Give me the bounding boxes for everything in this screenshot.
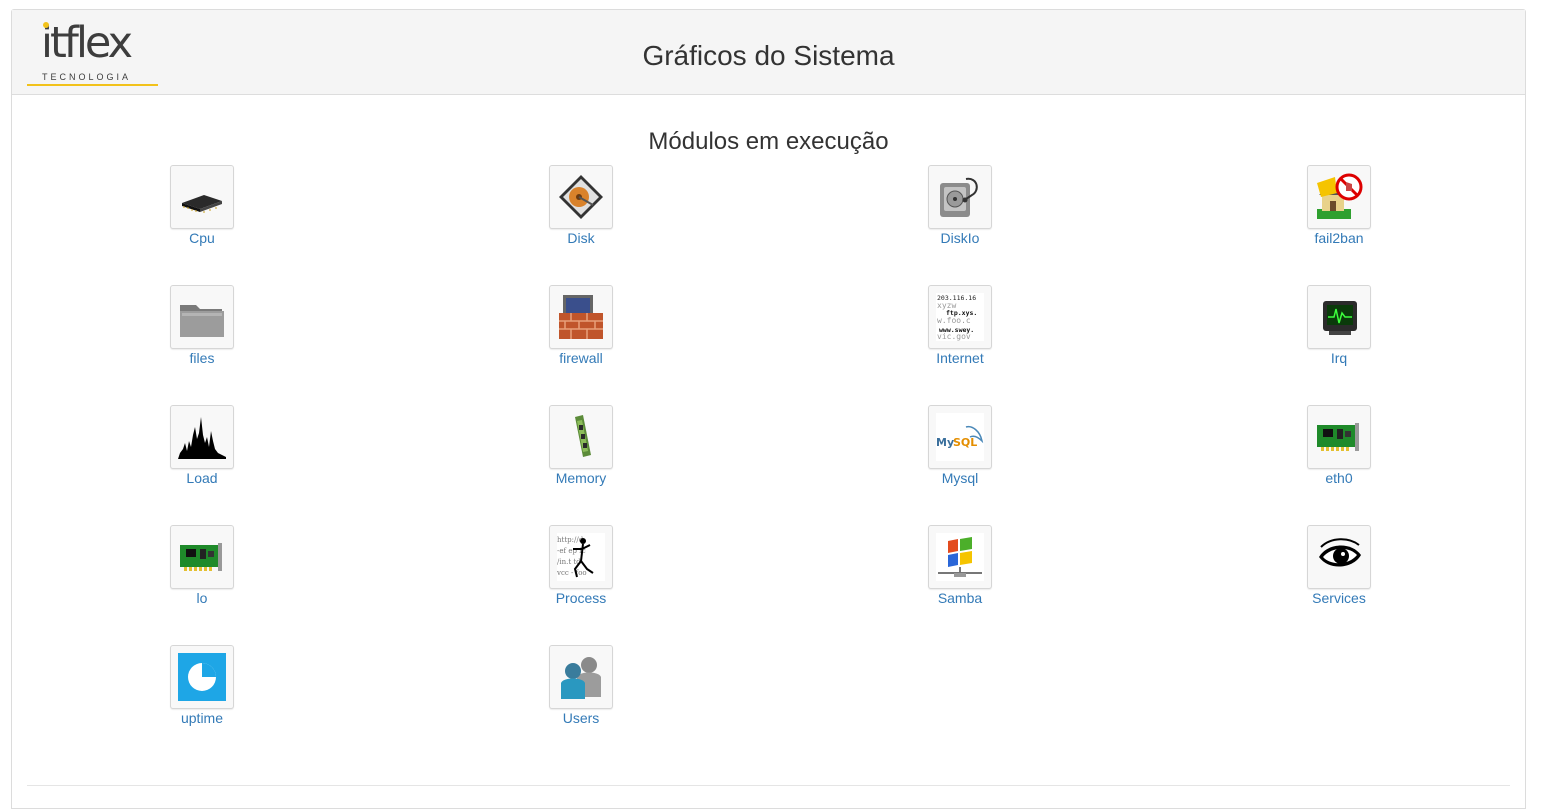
module-label[interactable]: Disk: [521, 230, 641, 246]
module-load[interactable]: Load: [142, 405, 262, 505]
svg-text:ftp.xys.: ftp.xys.: [946, 309, 977, 317]
svg-text:vcc - foo: vcc - foo: [557, 569, 587, 577]
module-label[interactable]: files: [142, 350, 262, 366]
module-label[interactable]: uptime: [142, 710, 262, 726]
module-label[interactable]: Load: [142, 470, 262, 486]
module-diskio[interactable]: DiskIo: [900, 165, 1020, 265]
folder-icon: [180, 305, 224, 337]
module-label[interactable]: Process: [521, 590, 641, 606]
module-users[interactable]: Users: [521, 645, 641, 745]
module-tile[interactable]: [549, 405, 613, 469]
eye-icon: [1319, 538, 1361, 567]
load-graph-icon: [178, 417, 226, 459]
module-tile[interactable]: http://d. -ef ep fc /in.t td vcc - foo: [549, 525, 613, 589]
module-label[interactable]: Samba: [900, 590, 1020, 606]
module-services[interactable]: Services: [1279, 525, 1399, 625]
module-uptime[interactable]: uptime: [142, 645, 262, 745]
module-label[interactable]: firewall: [521, 350, 641, 366]
footer-divider: [27, 785, 1510, 786]
house-blocked-icon: [1317, 173, 1363, 219]
module-mysql[interactable]: My SQL Mysql: [900, 405, 1020, 505]
module-files[interactable]: files: [142, 285, 262, 385]
module-label[interactable]: Internet: [900, 350, 1020, 366]
process-runner-icon: http://d.-ef ep fc /in.t tdvcc - foo: [557, 533, 605, 581]
module-lo[interactable]: lo: [142, 525, 262, 625]
module-tile[interactable]: 203.116.16 xyzw w.foo.c vic.gov ftp.xys. ww…: [928, 285, 992, 349]
logo-subtitle: TECNOLOGIA: [42, 72, 132, 82]
module-tile[interactable]: [1307, 285, 1371, 349]
cpu-chip-icon: [182, 195, 222, 213]
module-tile[interactable]: [928, 525, 992, 589]
main-panel: itflex TECNOLOGIA Gráficos do Sistema Mó…: [11, 9, 1526, 809]
network-card-icon: [180, 543, 222, 571]
mysql-icon: My SQL: [936, 413, 984, 461]
memory-stick-icon: [575, 415, 591, 457]
module-label[interactable]: Services: [1279, 590, 1399, 606]
svg-text:SQL: SQL: [953, 436, 977, 449]
module-label[interactable]: DiskIo: [900, 230, 1020, 246]
module-memory[interactable]: Memory: [521, 405, 641, 505]
panel-header: itflex TECNOLOGIA Gráficos do Sistema: [12, 10, 1525, 95]
module-tile[interactable]: [928, 165, 992, 229]
module-label[interactable]: eth0: [1279, 470, 1399, 486]
module-label[interactable]: Mysql: [900, 470, 1020, 486]
module-label[interactable]: Cpu: [142, 230, 262, 246]
module-label[interactable]: Memory: [521, 470, 641, 486]
module-samba[interactable]: Samba: [900, 525, 1020, 625]
hard-disk-icon: [559, 175, 603, 219]
module-label[interactable]: fail2ban: [1279, 230, 1399, 246]
module-tile[interactable]: [170, 165, 234, 229]
module-fail2ban[interactable]: fail2ban: [1279, 165, 1399, 265]
page-title: Gráficos do Sistema: [642, 40, 895, 71]
module-tile[interactable]: [549, 285, 613, 349]
monitor-icon: [1323, 301, 1357, 335]
network-card-icon: [1317, 423, 1359, 451]
module-eth0[interactable]: eth0: [1279, 405, 1399, 505]
module-label[interactable]: Users: [521, 710, 641, 726]
module-firewall[interactable]: firewall: [521, 285, 641, 385]
uptime-clock-icon: [178, 653, 226, 701]
disk-stethoscope-icon: [940, 177, 978, 217]
module-process[interactable]: http://d. -ef ep fc /in.t td vcc - foo Pro…: [521, 525, 641, 625]
module-tile[interactable]: [549, 165, 613, 229]
module-internet[interactable]: 203.116.16 xyzw w.foo.c vic.gov ftp.xys. ww…: [900, 285, 1020, 385]
logo-dot: [43, 22, 49, 28]
users-icon: [561, 657, 601, 699]
module-cpu[interactable]: Cpu: [142, 165, 262, 265]
svg-text:www.swey.: www.swey.: [939, 326, 974, 334]
module-tile[interactable]: [1307, 525, 1371, 589]
module-tile[interactable]: [170, 645, 234, 709]
internet-hosts-icon: 203.116.16 xyzww.foo.cvic.gov ftp.xys.ww…: [936, 293, 984, 341]
svg-text:w.foo.c: w.foo.c: [937, 316, 971, 325]
module-tile[interactable]: My SQL: [928, 405, 992, 469]
svg-text:My: My: [936, 436, 954, 449]
module-label[interactable]: lo: [142, 590, 262, 606]
module-disk[interactable]: Disk: [521, 165, 641, 265]
section-title: Módulos em execução: [648, 128, 889, 155]
module-tile[interactable]: [170, 285, 234, 349]
module-tile[interactable]: [549, 645, 613, 709]
module-tile[interactable]: [170, 405, 234, 469]
module-tile[interactable]: [1307, 405, 1371, 469]
module-tile[interactable]: [170, 525, 234, 589]
module-irq[interactable]: Irq: [1279, 285, 1399, 385]
module-tile[interactable]: [1307, 165, 1371, 229]
module-label[interactable]: Irq: [1279, 350, 1399, 366]
firewall-icon: [559, 295, 603, 339]
samba-windows-icon: [936, 533, 984, 581]
